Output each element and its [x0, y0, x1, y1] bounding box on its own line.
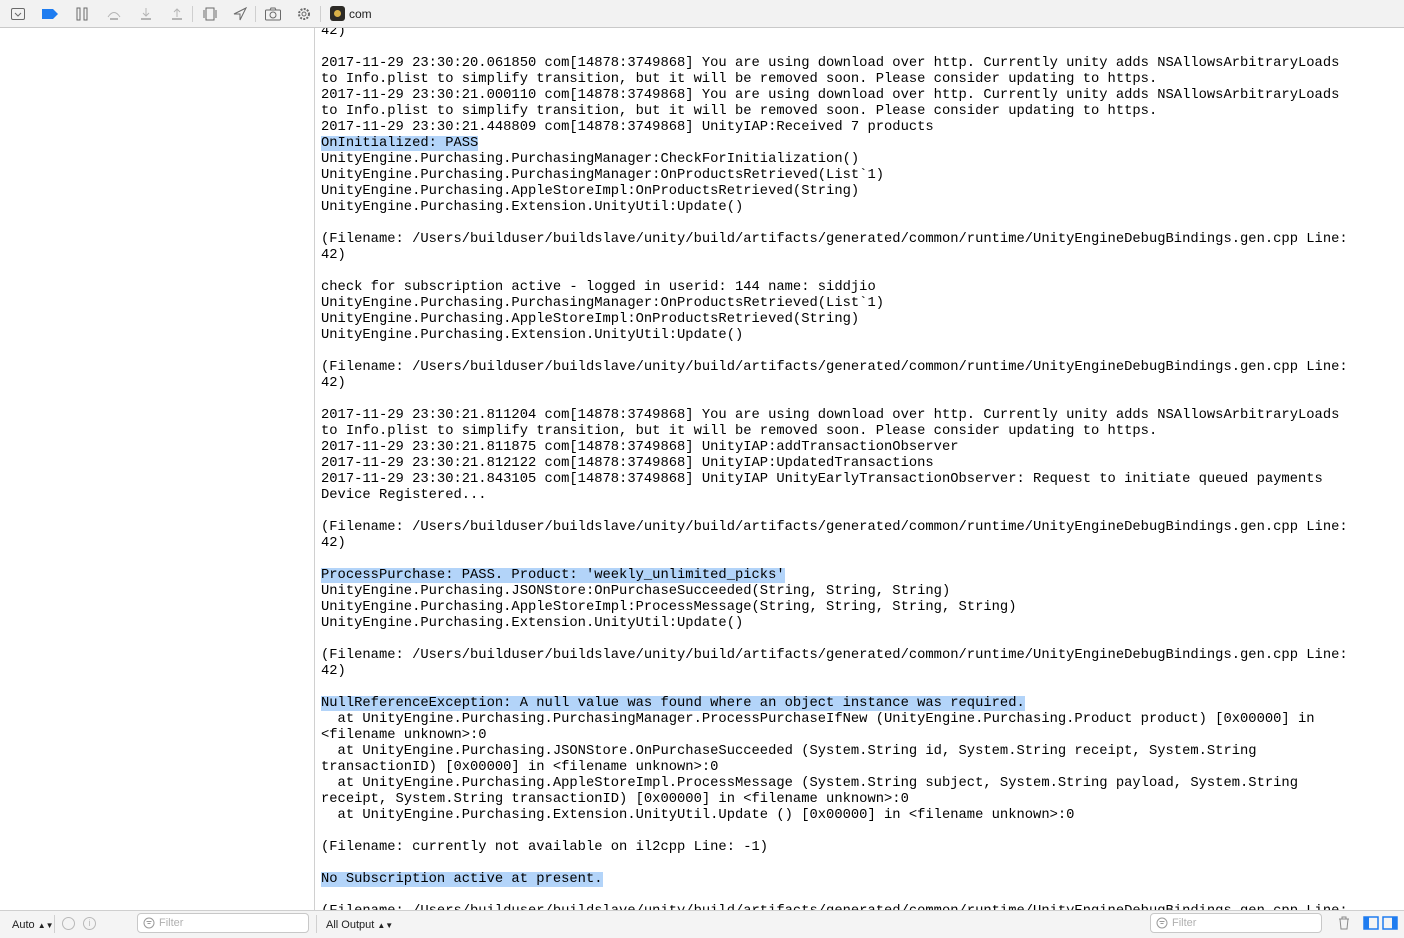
console-line: 2017-11-29 23:30:20.061850 com[14878:374… — [321, 56, 1340, 71]
pause-icon[interactable] — [73, 5, 91, 23]
filter-icon — [143, 917, 155, 929]
toolbar-divider — [255, 6, 256, 22]
toolbar-divider — [192, 6, 193, 22]
console-line: 2017-11-29 23:30:21.000110 com[14878:374… — [321, 88, 1340, 103]
console-line: to Info.plist to simplify transition, bu… — [321, 104, 1158, 119]
output-selector[interactable]: All Output ▲▼ — [326, 919, 393, 931]
console-output[interactable]: 42) 2017-11-29 23:30:20.061850 com[14878… — [316, 28, 1404, 910]
console-line: to Info.plist to simplify transition, bu… — [321, 72, 1158, 87]
process-name[interactable]: com — [349, 7, 372, 21]
console-line: UnityEngine.Purchasing.JSONStore:OnPurch… — [321, 584, 951, 599]
console-line-highlighted: No Subscription active at present. — [321, 872, 603, 887]
console-filter-placeholder: Filter — [1172, 917, 1197, 929]
debug-bottom-bar: Auto ▲▼ i Filter All Output ▲▼ Filter — [0, 910, 1404, 938]
variables-filter-placeholder: Filter — [159, 917, 184, 929]
console-line: at UnityEngine.Purchasing.PurchasingMana… — [321, 712, 1315, 727]
bar-divider — [54, 915, 55, 933]
eye-icon[interactable] — [62, 917, 75, 930]
view-hierarchy-icon[interactable] — [201, 5, 219, 23]
console-line: 42) — [321, 376, 346, 391]
console-line: UnityEngine.Purchasing.AppleStoreImpl:On… — [321, 312, 860, 327]
breakpoints-toggle-icon[interactable] — [41, 5, 59, 23]
console-line: UnityEngine.Purchasing.Extension.UnityUt… — [321, 200, 744, 215]
console-line: <filename unknown>:0 — [321, 728, 487, 743]
console-line: UnityEngine.Purchasing.AppleStoreImpl:Pr… — [321, 600, 1017, 615]
console-line: at UnityEngine.Purchasing.JSONStore.OnPu… — [321, 744, 1257, 759]
console-line-highlighted: ProcessPurchase: PASS. Product: 'weekly_… — [321, 568, 785, 583]
console-line: Device Registered... — [321, 488, 487, 503]
step-into-icon[interactable] — [137, 5, 155, 23]
console-line: UnityEngine.Purchasing.AppleStoreImpl:On… — [321, 184, 860, 199]
console-line: UnityEngine.Purchasing.PurchasingManager… — [321, 296, 885, 311]
console-line: receipt, System.String transactionID) [0… — [321, 792, 909, 807]
console-line: at UnityEngine.Purchasing.AppleStoreImpl… — [321, 776, 1298, 791]
console-line: UnityEngine.Purchasing.PurchasingManager… — [321, 152, 860, 167]
console-line: UnityEngine.Purchasing.Extension.UnityUt… — [321, 616, 744, 631]
filter-icon — [1156, 917, 1168, 929]
chevron-updown-icon: ▲▼ — [37, 921, 54, 930]
console-line: (Filename: /Users/builduser/buildslave/u… — [321, 232, 1348, 247]
app-icon — [330, 6, 345, 21]
console-line: 2017-11-29 23:30:21.812122 com[14878:374… — [321, 456, 934, 471]
variables-view[interactable] — [0, 28, 315, 910]
camera-icon[interactable] — [264, 5, 282, 23]
console-line: 2017-11-29 23:30:21.811875 com[14878:374… — [321, 440, 959, 455]
console-line: 2017-11-29 23:30:21.843105 com[14878:374… — [321, 472, 1323, 487]
console-line: check for subscription active - logged i… — [321, 280, 876, 295]
console-line: 42) — [321, 536, 346, 551]
step-out-icon[interactable] — [168, 5, 186, 23]
info-icon[interactable]: i — [83, 917, 96, 930]
show-right-pane-icon[interactable] — [1381, 914, 1399, 932]
console-line: UnityEngine.Purchasing.PurchasingManager… — [321, 168, 885, 183]
scope-selector[interactable]: Auto ▲▼ — [12, 919, 54, 931]
console-line: at UnityEngine.Purchasing.Extension.Unit… — [321, 808, 1075, 823]
console-line: 42) — [321, 28, 346, 39]
console-line: (Filename: /Users/builduser/buildslave/u… — [321, 360, 1348, 375]
console-line-highlighted: OnInitialized: PASS — [321, 136, 479, 151]
console-line: transactionID) [0x00000] in <filename un… — [321, 760, 719, 775]
console-line: (Filename: /Users/builduser/buildslave/u… — [321, 520, 1348, 535]
console-filter-field[interactable]: Filter — [1150, 913, 1322, 933]
console-line: 42) — [321, 664, 346, 679]
console-line: 2017-11-29 23:30:21.811204 com[14878:374… — [321, 408, 1340, 423]
output-label: All Output — [326, 919, 375, 931]
console-line: (Filename: currently not available on il… — [321, 840, 769, 855]
console-line: 42) — [321, 248, 346, 263]
console-line: 2017-11-29 23:30:21.448809 com[14878:374… — [321, 120, 934, 135]
gear-icon[interactable] — [295, 5, 313, 23]
scope-label: Auto — [12, 919, 35, 931]
location-icon[interactable] — [231, 5, 249, 23]
show-left-pane-icon[interactable] — [1362, 914, 1380, 932]
console-log-text: 42) 2017-11-29 23:30:20.061850 com[14878… — [321, 28, 1348, 910]
console-line: to Info.plist to simplify transition, bu… — [321, 424, 1158, 439]
toolbar-divider — [320, 6, 321, 22]
hide-debug-area-icon[interactable] — [9, 5, 27, 23]
debug-toolbar: com — [0, 0, 1404, 28]
console-line: (Filename: /Users/builduser/buildslave/u… — [321, 648, 1348, 663]
trash-icon[interactable] — [1335, 914, 1353, 932]
console-line: UnityEngine.Purchasing.Extension.UnityUt… — [321, 328, 744, 343]
console-line-highlighted: NullReferenceException: A null value was… — [321, 696, 1025, 711]
bar-divider — [316, 915, 317, 933]
chevron-updown-icon: ▲▼ — [377, 921, 394, 930]
step-over-icon[interactable] — [105, 5, 123, 23]
variables-filter-field[interactable]: Filter — [137, 913, 309, 933]
